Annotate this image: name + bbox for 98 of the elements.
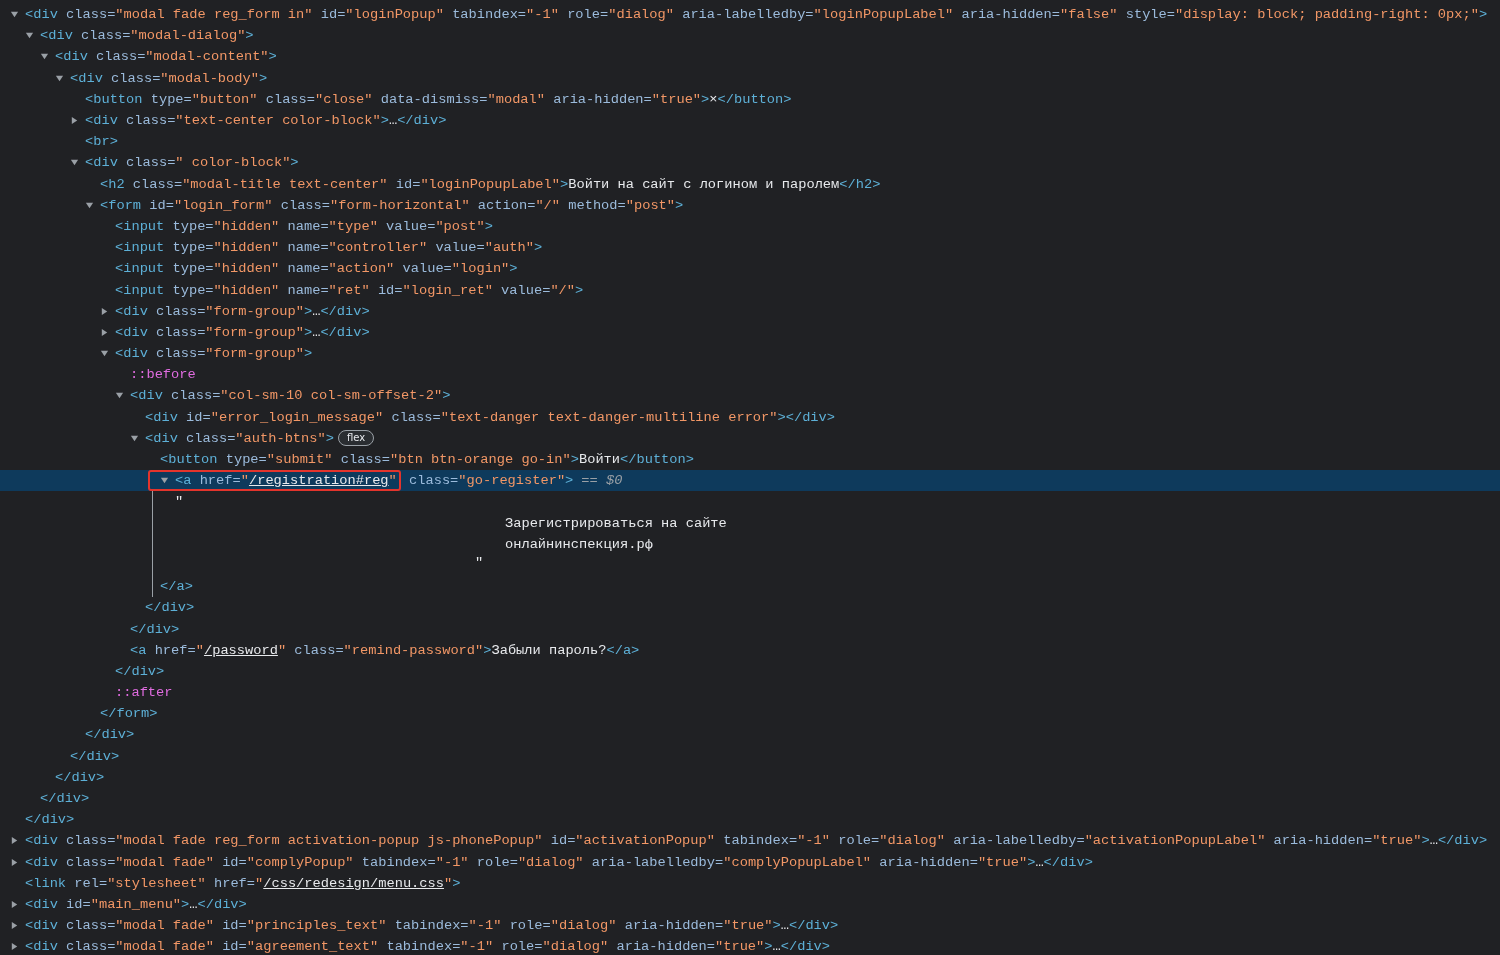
dom-node-row[interactable]: <div class="modal fade" id="principles_text" tabindex="-1" role="dialog" aria-hidden="true">…</div> — [0, 915, 1500, 937]
code-line: class="go-register"> — [408, 473, 574, 489]
dom-node-row[interactable]: <input type="hidden" name="controller" value="auth"> — [0, 237, 1500, 259]
dom-node-row[interactable]: ::before — [0, 364, 1500, 386]
code-line: <div class="form-group">…</div> — [115, 324, 370, 340]
code-line: <link rel="stylesheet" href="/css/redesign/menu.css"> — [25, 875, 461, 891]
code-line: <div id="main_menu">…</div> — [25, 896, 247, 912]
text-content: Зарегистрироваться на сайте — [505, 515, 727, 531]
code-line: </div> — [145, 600, 195, 616]
code-line: <div class=" color-block"> — [85, 155, 299, 171]
dom-node-row[interactable]: <div class="modal-dialog"> — [0, 25, 1500, 47]
code-line: ::before — [130, 367, 196, 383]
code-line: <div class="modal-body"> — [70, 70, 268, 86]
flex-badge[interactable]: flex — [337, 430, 375, 447]
code-line: <div class="modal fade" id="principles_text" tabindex="-1" role="dialog" aria-hidden="true">…</div> — [25, 918, 839, 934]
code-line: <div class="form-group">…</div> — [115, 303, 370, 319]
expanded-arrow-icon[interactable] — [85, 200, 94, 210]
code-line: <div class="modal fade reg_form in" id="loginPopup" tabindex="-1" role="dialog" aria-labelledby="loginPopupLabel" aria-hidden="false" style="display: block; padding-right: 0px;"> — [25, 7, 1488, 23]
code-line: <div class="modal fade" id="complyPopup" tabindex="-1" role="dialog" aria-labelledby="complyPopupLabel" aria-hidden="true">…</div> — [25, 854, 1093, 870]
code-line: <div class="modal fade reg_form activation-popup js-phonePopup" id="activationPopup" tabindex="-1" role="dialog" aria-labelledby="activationPopupLabel" aria-hidden="true">…</div> — [25, 833, 1488, 849]
expanded-arrow-icon[interactable] — [160, 476, 169, 486]
dom-node-row[interactable]: <div id="main_menu">…</div> — [0, 893, 1500, 916]
dom-node-row[interactable]: <div id="error_login_message" class="text-danger text-danger-multiline error"></div> — [0, 406, 1500, 428]
collapsed-arrow-icon[interactable] — [70, 116, 79, 126]
collapsed-arrow-icon[interactable] — [10, 899, 19, 909]
text-node-row[interactable]: " — [0, 491, 1500, 513]
code-line: <input type="hidden" name="controller" value="auth"> — [115, 240, 543, 256]
code-line: <br> — [85, 134, 118, 150]
dom-node-row[interactable]: <div class="form-group"> — [0, 343, 1500, 365]
code-line: <div class="col-sm-10 col-sm-offset-2"> — [130, 388, 451, 404]
quote-mark: " — [175, 494, 184, 510]
code-line: <a href="/password" class="remind-password">Забыли пароль?</a> — [130, 642, 640, 658]
expanded-arrow-icon[interactable] — [55, 73, 64, 83]
dom-node-row[interactable]: <button type="button" class="close" data-dismiss="modal" aria-hidden="true">×</button> — [0, 88, 1500, 110]
code-line: <button type="submit" class="btn btn-orange go-in">Войти</button> — [160, 452, 694, 468]
code-line: <div class="modal-dialog"> — [40, 28, 254, 44]
code-line: </div> — [70, 748, 120, 764]
code-line: <h2 class="modal-title text-center" id="loginPopupLabel">Войти на сайт с логином и паролем</h2> — [100, 176, 881, 192]
dom-node-row[interactable]: <div class="modal fade reg_form in" id="loginPopup" tabindex="-1" role="dialog" aria-labelledby="loginPopupLabel" aria-hidden="false" style="display: block; padding-right: 0px;"> — [0, 4, 1500, 26]
collapsed-arrow-icon[interactable] — [100, 327, 109, 337]
dom-node-row[interactable]: <div class="modal-body"> — [0, 67, 1500, 89]
selection-marker: == $0 — [581, 473, 623, 489]
dom-node-row[interactable]: <button type="submit" class="btn btn-orange go-in">Войти</button> — [0, 448, 1500, 471]
quote-mark: " — [475, 554, 484, 570]
dom-node-row[interactable]: <input type="hidden" name="ret" id="login_ret" value="/"> — [0, 279, 1500, 301]
dom-node-row[interactable]: <a href="/password" class="remind-password">Забыли пароль?</a> — [0, 639, 1500, 661]
dom-node-row[interactable]: <div class="form-group">…</div> — [0, 300, 1500, 322]
dom-node-row[interactable]: <div class="modal fade" id="complyPopup" tabindex="-1" role="dialog" aria-labelledby="complyPopupLabel" aria-hidden="true">…</div> — [0, 851, 1500, 873]
expanded-arrow-icon[interactable] — [115, 391, 124, 401]
code-line: <div class="modal fade" id="agreement_text" tabindex="-1" role="dialog" aria-hidden="true">…</div> — [25, 939, 831, 955]
code-line: </div> — [25, 812, 75, 828]
dom-node-row[interactable]: <input type="hidden" name="action" value="login"> — [0, 258, 1500, 280]
code-line: <div class="modal-content"> — [55, 49, 277, 65]
code-line: </a> — [160, 579, 193, 595]
code-line: <button type="button" class="close" data-dismiss="modal" aria-hidden="true">×</button> — [85, 91, 792, 107]
expanded-arrow-icon[interactable] — [10, 10, 19, 20]
dom-node-row[interactable]: <br> — [0, 131, 1500, 153]
dom-node-row[interactable]: <link rel="stylesheet" href="/css/redesign/menu.css"> — [0, 872, 1500, 894]
collapsed-arrow-icon[interactable] — [10, 857, 19, 867]
code-line: <div class="form-group"> — [115, 346, 313, 362]
collapsed-arrow-icon[interactable] — [10, 836, 19, 846]
code-line: <div class="auth-btns"> — [145, 430, 334, 446]
code-line: <input type="hidden" name="action" value="login"> — [115, 261, 518, 277]
dom-node-row[interactable]: <div class="modal fade reg_form activation-popup js-phonePopup" id="activationPopup" tabindex="-1" role="dialog" aria-labelledby="activationPopupLabel" aria-hidden="true">…</div> — [0, 830, 1500, 852]
expanded-arrow-icon[interactable] — [25, 31, 34, 41]
expanded-arrow-icon[interactable] — [70, 158, 79, 168]
expanded-arrow-icon[interactable] — [100, 349, 109, 359]
dom-node-row[interactable]: <div class="text-center color-block">…</div> — [0, 109, 1500, 132]
code-line: </div> — [85, 727, 135, 743]
code-line: </div> — [130, 621, 180, 637]
code-line: </div> — [55, 769, 105, 785]
dom-node-row[interactable]: <div class="auth-btns"> flex — [0, 427, 1500, 449]
code-line: </div> — [115, 663, 165, 679]
dom-node-row[interactable]: <div class="form-group">…</div> — [0, 321, 1500, 343]
dom-node-row[interactable]: <div class=" color-block"> — [0, 152, 1500, 174]
dom-node-row[interactable]: <div class="modal fade" id="agreement_text" tabindex="-1" role="dialog" aria-hidden="true">…</div> — [0, 936, 1500, 955]
dom-node-row[interactable]: <div class="col-sm-10 col-sm-offset-2"> — [0, 385, 1500, 407]
code-line: <input type="hidden" name="ret" id="login_ret" value="/"> — [115, 282, 584, 298]
code-line: <a href="/registration#reg" — [175, 473, 397, 489]
dom-node-row[interactable]: <a href="/registration#reg" class="go-register"> == $0 — [0, 470, 1500, 492]
expanded-arrow-icon[interactable] — [130, 433, 139, 443]
expanded-arrow-icon[interactable] — [40, 52, 49, 62]
collapsed-arrow-icon[interactable] — [10, 942, 19, 952]
code-line: <form id="login_form" class="form-horizontal" action="/" method="post"> — [100, 197, 684, 213]
text-content: онлайнинспекция.рф — [505, 536, 653, 552]
code-line: ::after — [115, 685, 173, 701]
dom-node-row[interactable]: <h2 class="modal-title text-center" id="loginPopupLabel">Войти на сайт с логином и паролем</h2> — [0, 173, 1500, 195]
dom-node-row[interactable]: ::after — [0, 682, 1500, 704]
collapsed-arrow-icon[interactable] — [100, 306, 109, 316]
code-line: </form> — [100, 706, 158, 722]
code-line: <div id="error_login_message" class="text-danger text-danger-multiline error"></div> — [145, 409, 835, 425]
dom-node-row[interactable]: <form id="login_form" class="form-horizontal" action="/" method="post"> — [0, 194, 1500, 216]
collapsed-arrow-icon[interactable] — [10, 921, 19, 931]
code-line: <input type="hidden" name="type" value="post"> — [115, 218, 493, 234]
dom-node-row[interactable]: <div class="modal-content"> — [0, 46, 1500, 68]
dom-node-row[interactable]: <input type="hidden" name="type" value="post"> — [0, 215, 1500, 238]
code-line: <div class="text-center color-block">…</div> — [85, 113, 447, 129]
code-line: </div> — [40, 791, 90, 807]
